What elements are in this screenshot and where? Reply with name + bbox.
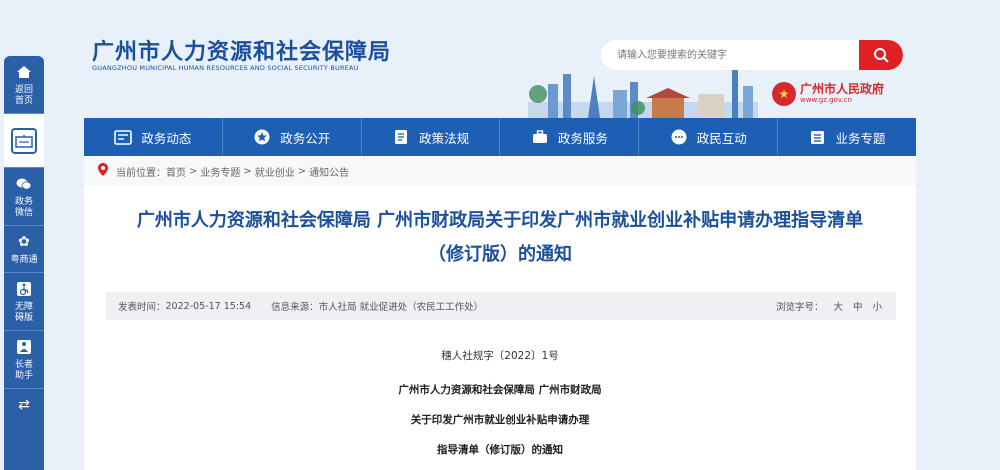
sidebar-item-label: 粤商通 (10, 255, 38, 265)
source-label: 信息来源： (271, 302, 319, 313)
star-icon (253, 129, 271, 145)
breadcrumb-separator: > (297, 165, 307, 177)
font-size-medium[interactable]: 中 (853, 299, 863, 313)
document-icon (392, 129, 410, 145)
home-icon (14, 62, 34, 82)
breadcrumb-home[interactable]: 首页 (166, 164, 186, 179)
article-title: 广州市人力资源和社会保障局 广州市财政局关于印发广州市就业创业补贴申请办理指导清… (136, 210, 864, 231)
site-subtitle: GUANGZHOU MUNICIPAL HUMAN RESOURCES AND … (92, 64, 359, 72)
sidebar-item-elder[interactable]: 长者 助手 (4, 331, 44, 389)
breadcrumb-separator: > (243, 165, 252, 177)
font-size-controls: 浏览字号： 大 中 小 (776, 299, 882, 313)
gz-gov-link[interactable]: ★ 广州市人民政府 www.gz.gov.cn (772, 82, 884, 106)
article-title-line2: （修订版）的通知 (428, 244, 572, 265)
breadcrumb-label: 当前位置： (116, 167, 166, 179)
font-size-label: 浏览字号： (775, 302, 824, 313)
app-badge-icon (11, 127, 37, 154)
nav-item-label: 政务服务 (557, 130, 608, 146)
search-button[interactable] (859, 40, 903, 70)
sidebar-item-switch[interactable]: ⇄ (4, 389, 44, 418)
breadcrumb: 当前位置： 首页 > 业务专题 > 就业创业 > 通知公告 (84, 156, 916, 186)
site-header: 广州市人力资源和社会保障局 GUANGZHOU MUNICIPAL HUMAN … (48, 0, 1000, 118)
font-size-large[interactable]: 大 (833, 299, 843, 313)
chat-icon (670, 129, 688, 145)
nav-item-label: 政策法规 (419, 130, 470, 146)
sidebar-item-label: 返回 首页 (14, 85, 33, 106)
body-heading-line3: 指导清单（修订版）的通知 (437, 444, 563, 456)
nav-item-news[interactable]: 政务动态 (84, 118, 223, 156)
nav-item-label: 政民互动 (696, 130, 747, 146)
gov-url: www.gz.gov.cn (800, 96, 852, 104)
sidebar-item-wechat[interactable]: 政务 微信 (4, 168, 44, 226)
sidebar-item-label: 无障 碍版 (14, 302, 33, 323)
elder-icon (14, 337, 34, 357)
nav-item-interaction[interactable]: 政民互动 (639, 118, 779, 156)
sidebar-item-home[interactable]: 返回 首页 (4, 56, 44, 114)
news-icon (114, 129, 133, 145)
floating-toolbar: 返回 首页 政务 微信 ✿ 粤商通 无障 碍版 长者 助手 ⇄ (4, 56, 44, 470)
sidebar-item-app[interactable] (4, 114, 44, 168)
search-input[interactable] (601, 40, 859, 70)
wheelchair-icon (14, 279, 34, 299)
nav-item-label: 业务专题 (835, 130, 886, 146)
font-size-small[interactable]: 小 (872, 299, 882, 313)
document-number: 穗人社规字〔2022〕1号 (441, 350, 559, 362)
city-skyline-illustration (528, 68, 758, 118)
nav-item-policy[interactable]: 政策法规 (362, 118, 501, 156)
breadcrumb-separator: > (189, 165, 198, 177)
search-icon (874, 48, 889, 63)
body-heading-line2: 关于印发广州市就业创业补贴申请办理 (410, 414, 590, 426)
nav-item-label: 政务动态 (141, 130, 192, 146)
wechat-icon (14, 174, 34, 194)
breadcrumb-topics[interactable]: 业务专题 (200, 164, 240, 179)
search-box (601, 40, 903, 70)
sidebar-item-label: 政务 微信 (14, 197, 33, 218)
nav-item-label: 政务公开 (280, 130, 331, 146)
article-meta: 发表时间： 2022-05-17 15:54 信息来源： 市人社局 就业促进处（… (106, 292, 896, 320)
gov-name: 广州市人民政府 (800, 82, 885, 96)
site-title[interactable]: 广州市人力资源和社会保障局 (92, 34, 391, 66)
main-nav: 政务动态 政务公开 政策法规 政务服务 政民互动 业务专题 (84, 118, 916, 156)
nav-item-services[interactable]: 政务服务 (500, 118, 640, 156)
briefcase-icon (531, 129, 549, 145)
sidebar-item-yueshangtong[interactable]: ✿ 粤商通 (4, 226, 44, 273)
list-icon (809, 129, 827, 145)
source: 市人社局 就业促进处（农民工工作处） (318, 302, 484, 313)
body-heading-line1: 广州市人力资源和社会保障局 广州市财政局 (398, 384, 602, 396)
publish-label: 发表时间： (118, 302, 166, 313)
nav-item-disclosure[interactable]: 政务公开 (223, 118, 362, 156)
location-pin-icon (98, 163, 108, 179)
gov-emblem-icon: ★ (772, 82, 796, 106)
switch-icon: ⇄ (18, 396, 30, 413)
nav-item-topics[interactable]: 业务专题 (778, 118, 916, 156)
breadcrumb-notices[interactable]: 通知公告 (309, 164, 349, 179)
breadcrumb-employment[interactable]: 就业创业 (255, 164, 295, 179)
flower-icon: ✿ (18, 233, 30, 250)
article: 广州市人力资源和社会保障局 广州市财政局关于印发广州市就业创业补贴申请办理指导清… (84, 186, 916, 470)
sidebar-item-label: 长者 助手 (14, 360, 33, 381)
sidebar-item-accessibility[interactable]: 无障 碍版 (4, 273, 44, 331)
publish-time: 2022-05-17 15:54 (165, 300, 252, 312)
